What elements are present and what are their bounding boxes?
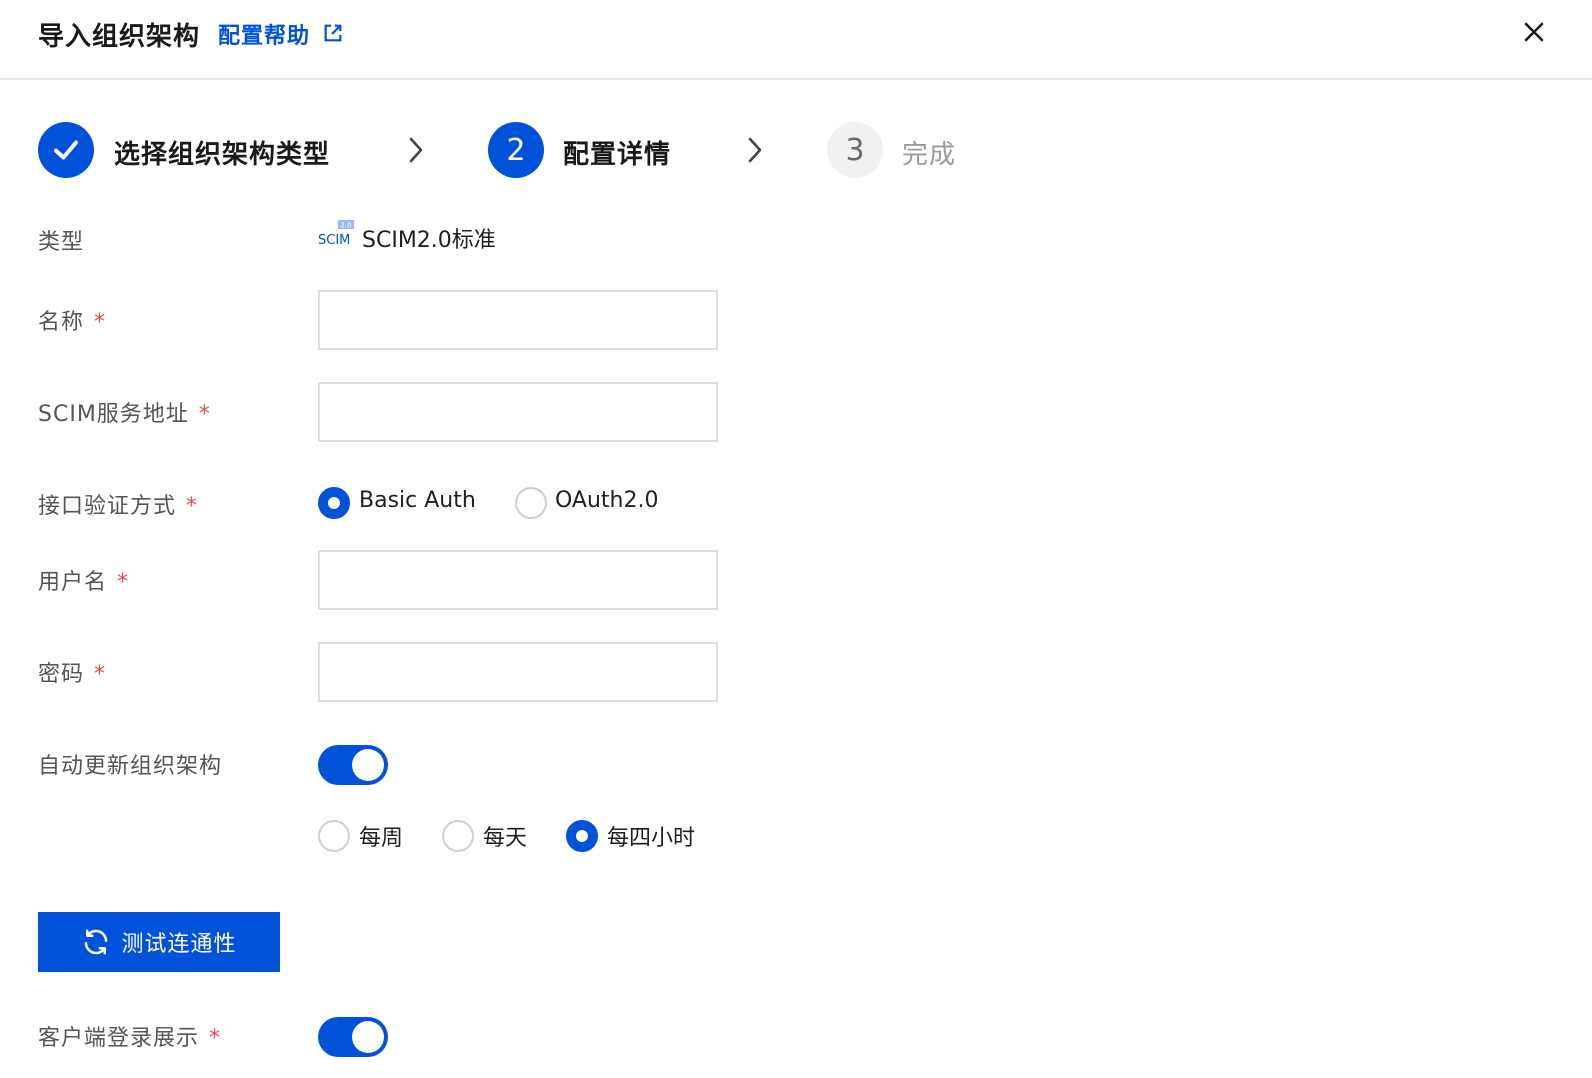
test-connectivity-button[interactable]: 测试连通性 [38, 912, 280, 972]
step-2-circle: 2 [488, 122, 544, 178]
type-value: SCIM2.0标准 [362, 228, 496, 253]
radio-daily[interactable] [442, 820, 474, 852]
radio-basic-auth[interactable] [318, 487, 350, 519]
step-2-label: 配置详情 [563, 140, 672, 170]
auto-update-toggle[interactable] [318, 745, 388, 785]
radio-basic-auth-label[interactable]: Basic Auth [359, 488, 476, 513]
external-link-icon[interactable] [322, 22, 344, 44]
step-1-done-circle [38, 122, 94, 178]
type-label: 类型 [38, 230, 85, 255]
required-mark: * [186, 494, 199, 519]
radio-every-four-hours[interactable] [566, 820, 598, 852]
radio-oauth2-label[interactable]: OAuth2.0 [555, 488, 658, 513]
radio-weekly-label[interactable]: 每周 [359, 820, 403, 852]
name-label: 名称 * [38, 310, 107, 335]
auto-update-label: 自动更新组织架构 [38, 754, 223, 779]
client-login-label: 客户端登录展示 * [38, 1026, 222, 1051]
client-login-toggle[interactable] [318, 1017, 388, 1057]
dialog-title: 导入组织架构 [38, 22, 201, 52]
scim-url-label: SCIM服务地址 * [38, 402, 211, 427]
close-icon[interactable] [1522, 20, 1546, 44]
check-icon [54, 140, 78, 160]
refresh-icon [85, 929, 108, 955]
required-mark: * [94, 662, 107, 687]
password-input[interactable] [318, 642, 718, 702]
required-mark: * [94, 310, 107, 335]
required-mark: * [117, 570, 130, 595]
auth-method-label: 接口验证方式 * [38, 494, 199, 519]
username-input[interactable] [318, 550, 718, 610]
dialog-header: 导入组织架构 配置帮助 [0, 0, 1592, 80]
help-link[interactable]: 配置帮助 [218, 18, 310, 50]
svg-text:SCIM: SCIM [318, 233, 350, 248]
name-input[interactable] [318, 290, 718, 350]
scim-url-input[interactable] [318, 382, 718, 442]
radio-weekly[interactable] [318, 820, 350, 852]
required-mark: * [198, 402, 211, 427]
radio-oauth2[interactable] [515, 487, 547, 519]
chevron-right-icon [409, 137, 423, 163]
chevron-right-icon [748, 137, 762, 163]
required-mark: * [209, 1026, 222, 1051]
radio-every-four-hours-label[interactable]: 每四小时 [607, 820, 695, 852]
username-label: 用户名 * [38, 570, 130, 595]
step-3-circle: 3 [827, 122, 883, 178]
password-label: 密码 * [38, 662, 107, 687]
radio-daily-label[interactable]: 每天 [483, 820, 527, 852]
step-3-label: 完成 [902, 140, 957, 170]
step-1-label: 选择组织架构类型 [114, 140, 331, 170]
svg-text:2.0: 2.0 [340, 222, 351, 230]
scim-logo-icon: 2.0 SCIM [318, 220, 354, 248]
test-connectivity-label: 测试连通性 [121, 931, 237, 956]
